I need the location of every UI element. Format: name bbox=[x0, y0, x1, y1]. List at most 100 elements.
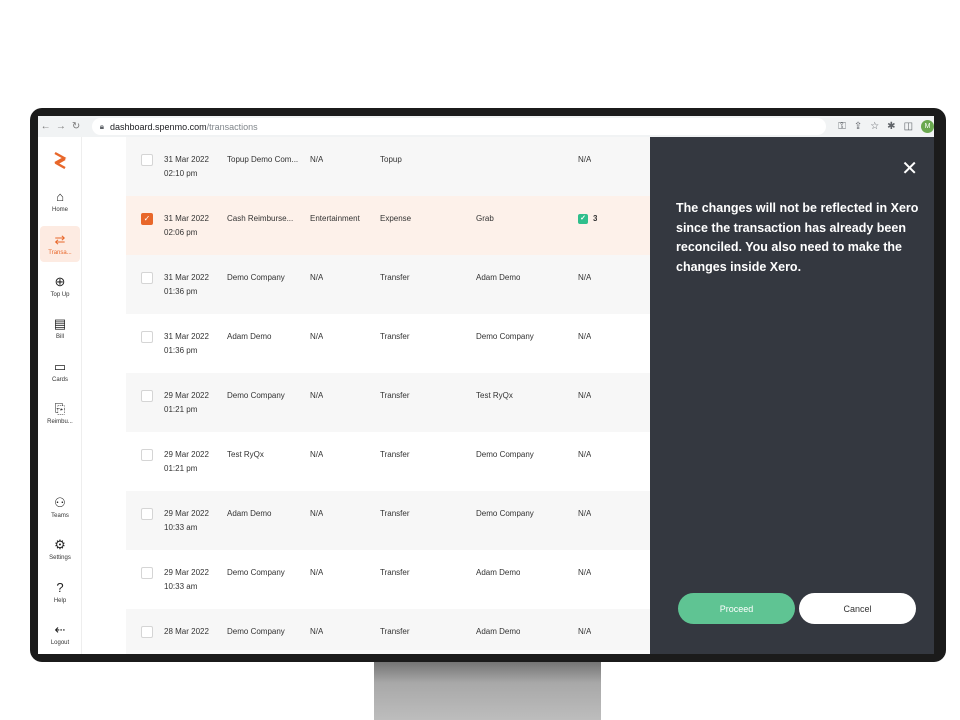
cell-party: Demo Company bbox=[476, 450, 534, 459]
table-row[interactable]: 29 Mar 2022 Demo Company N/A Transfer Test R… bbox=[126, 373, 650, 432]
sidebar-item-transfer[interactable]: ⇄ Transa... bbox=[40, 226, 80, 262]
bill-icon: ▤ bbox=[53, 315, 67, 331]
reconcile-value: N/A bbox=[578, 627, 592, 636]
row-checkbox[interactable] bbox=[141, 331, 153, 343]
cell-name: Demo Company bbox=[227, 627, 285, 636]
url-host: dashboard.spenmo.com bbox=[110, 121, 207, 132]
cell-type: Transfer bbox=[380, 568, 410, 577]
address-bar[interactable]: 🔒︎ dashboard.spenmo.com/transactions bbox=[91, 118, 827, 135]
cell-reconcile: N/A bbox=[578, 450, 591, 459]
reconcile-value: 3 bbox=[593, 214, 598, 224]
warning-message: The changes will not be reflected in Xer… bbox=[676, 201, 919, 274]
card-icon: ▭ bbox=[53, 358, 67, 374]
row-checkbox[interactable] bbox=[141, 449, 153, 461]
row-checkbox[interactable] bbox=[141, 154, 153, 166]
attachment-check-icon: ✓ bbox=[578, 214, 588, 224]
cell-reconcile: ✓ 3 bbox=[578, 214, 597, 224]
reconcile-value: N/A bbox=[578, 509, 592, 518]
sidebar-item-gear[interactable]: ⚙ Settings bbox=[40, 531, 80, 567]
sidebar-item-label: Logout bbox=[50, 639, 70, 646]
close-icon[interactable]: ✕ bbox=[901, 159, 918, 179]
table-row[interactable]: 29 Mar 2022 Adam Demo N/A Transfer Demo Comp… bbox=[126, 491, 650, 550]
cell-date: 29 Mar 2022 bbox=[164, 568, 209, 577]
reconcile-value: N/A bbox=[578, 450, 592, 459]
key-icon[interactable]: ⚿ bbox=[838, 121, 846, 132]
cell-category: N/A bbox=[310, 273, 324, 282]
sidebar-item-topup[interactable]: ⊕ Top Up bbox=[40, 268, 80, 304]
cell-time: 02:06 pm bbox=[164, 228, 198, 237]
cell-category: Entertainment bbox=[310, 214, 360, 223]
share-icon[interactable]: ⇪ bbox=[854, 121, 862, 132]
sidebar-item-help[interactable]: ? Help bbox=[40, 574, 80, 610]
cell-category: N/A bbox=[310, 391, 324, 400]
cell-name: Adam Demo bbox=[227, 332, 272, 341]
cell-name: Topup Demo Com... bbox=[227, 155, 299, 164]
url-path: /transactions bbox=[206, 121, 258, 132]
sidepanel-icon[interactable]: ◫ bbox=[904, 121, 913, 132]
cell-party: Adam Demo bbox=[476, 627, 521, 636]
sidebar-item-reimbursement[interactable]: ⎘ Reimbu... bbox=[40, 395, 80, 431]
cell-name: Demo Company bbox=[227, 568, 285, 577]
sidebar-item-label: Bill bbox=[55, 333, 64, 340]
monitor-stand bbox=[374, 658, 601, 720]
reconcile-value: N/A bbox=[578, 332, 592, 341]
cell-date: 31 Mar 2022 bbox=[164, 332, 209, 341]
cancel-button[interactable]: Cancel bbox=[799, 593, 916, 624]
help-icon: ? bbox=[56, 579, 64, 595]
table-row[interactable]: 31 Mar 2022 Adam Demo N/A Transfer Demo Comp… bbox=[126, 314, 650, 373]
row-checkbox[interactable]: ✓ bbox=[141, 213, 153, 225]
cell-reconcile: N/A bbox=[578, 627, 591, 636]
cell-time: 01:21 pm bbox=[164, 464, 198, 473]
cell-time: 01:36 pm bbox=[164, 287, 198, 296]
sidebar-item-logout[interactable]: ⇠ Logout bbox=[40, 616, 80, 652]
cell-type: Transfer bbox=[380, 332, 410, 341]
cell-type: Transfer bbox=[380, 509, 410, 518]
extensions-icon[interactable]: ✱ bbox=[887, 121, 895, 132]
cell-date: 31 Mar 2022 bbox=[164, 273, 209, 282]
sidebar-item-label: Teams bbox=[51, 512, 69, 519]
cell-time: 10:33 am bbox=[164, 523, 198, 532]
transfer-icon: ⇄ bbox=[54, 231, 66, 247]
table-row[interactable]: ✓ 31 Mar 2022 Cash Reimburse... Entertainme… bbox=[126, 196, 650, 255]
proceed-button[interactable]: Proceed bbox=[678, 593, 795, 624]
forward-icon[interactable]: → bbox=[53, 121, 68, 132]
cell-type: Expense bbox=[380, 214, 412, 223]
sidebar-item-label: Top Up bbox=[50, 291, 70, 298]
cell-party: Demo Company bbox=[476, 332, 534, 341]
row-checkbox[interactable] bbox=[141, 272, 153, 284]
sidebar-item-card[interactable]: ▭ Cards bbox=[40, 353, 80, 389]
cell-category: N/A bbox=[310, 450, 324, 459]
spenmo-logo[interactable] bbox=[52, 151, 68, 169]
table-row[interactable]: 31 Mar 2022 Topup Demo Com... N/A Topup 02:1… bbox=[126, 137, 650, 196]
cell-date: 29 Mar 2022 bbox=[164, 391, 209, 400]
xero-warning-panel: ✕ The changes will not be reflected in X… bbox=[650, 137, 934, 654]
sidebar-item-home[interactable]: ⌂ Home bbox=[40, 183, 80, 219]
cell-reconcile: N/A bbox=[578, 155, 591, 164]
table-row[interactable]: 29 Mar 2022 Demo Company N/A Transfer Adam D… bbox=[126, 550, 650, 609]
topup-icon: ⊕ bbox=[54, 273, 66, 289]
row-checkbox[interactable] bbox=[141, 390, 153, 402]
cell-category: N/A bbox=[310, 332, 324, 341]
team-icon: ⚇ bbox=[54, 494, 66, 510]
reconcile-value: N/A bbox=[578, 391, 592, 400]
sidebar-item-team[interactable]: ⚇ Teams bbox=[40, 489, 80, 525]
cell-reconcile: N/A bbox=[578, 509, 591, 518]
row-checkbox[interactable] bbox=[141, 508, 153, 520]
reconcile-value: N/A bbox=[578, 568, 592, 577]
table-row[interactable]: 28 Mar 2022 Demo Company N/A Transfer Adam D… bbox=[126, 609, 650, 654]
cell-party: Grab bbox=[476, 214, 494, 223]
row-checkbox[interactable] bbox=[141, 626, 153, 638]
back-icon[interactable]: ← bbox=[38, 121, 53, 132]
profile-avatar[interactable]: M bbox=[921, 120, 934, 133]
logout-icon: ⇠ bbox=[54, 621, 66, 637]
cell-reconcile: N/A bbox=[578, 332, 591, 341]
row-checkbox[interactable] bbox=[141, 567, 153, 579]
sidebar-item-bill[interactable]: ▤ Bill bbox=[40, 310, 80, 346]
reimbursement-icon: ⎘ bbox=[54, 400, 66, 416]
star-icon[interactable]: ☆ bbox=[870, 121, 879, 132]
reload-icon[interactable]: ↻ bbox=[69, 121, 84, 132]
table-row[interactable]: 31 Mar 2022 Demo Company N/A Transfer Adam D… bbox=[126, 255, 650, 314]
sidebar-item-label: Reimbu... bbox=[47, 418, 73, 425]
cell-category: N/A bbox=[310, 568, 324, 577]
table-row[interactable]: 29 Mar 2022 Test RyQx N/A Transfer Demo Comp… bbox=[126, 432, 650, 491]
